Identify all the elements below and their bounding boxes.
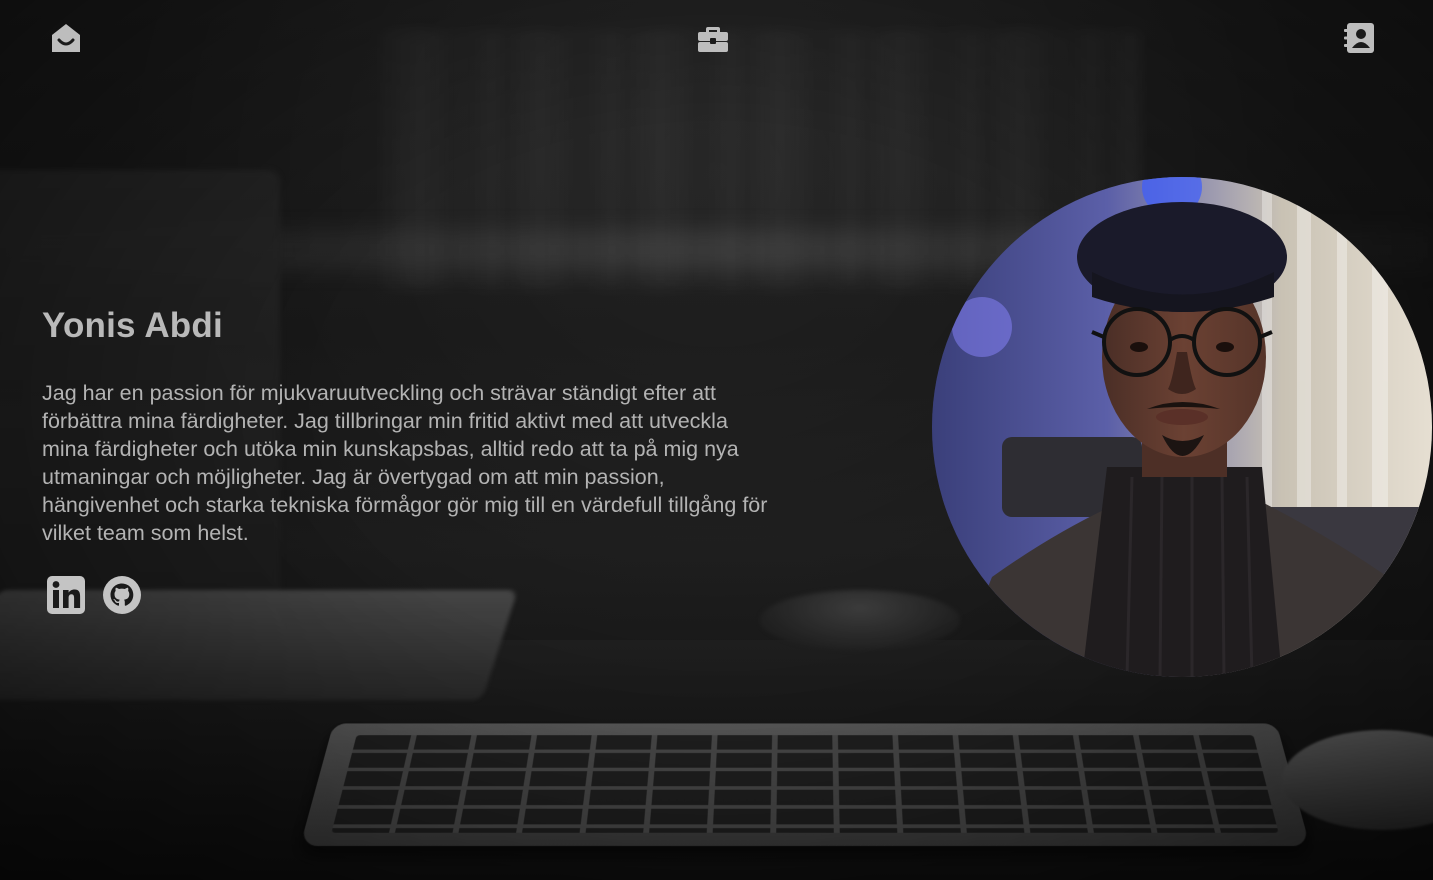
nav-work-button[interactable] xyxy=(695,20,731,56)
contact-card-icon xyxy=(1344,23,1374,53)
github-icon xyxy=(103,576,141,614)
profile-photo xyxy=(932,177,1432,677)
github-link[interactable] xyxy=(102,575,142,615)
portfolio-page: Yonis Abdi Jag har en passion för mjukva… xyxy=(0,0,1433,880)
nav-home-button[interactable] xyxy=(48,20,84,56)
profile-name: Yonis Abdi xyxy=(42,306,223,345)
linkedin-link[interactable] xyxy=(46,575,86,615)
profile-bio: Jag har en passion för mjukvaruutvecklin… xyxy=(42,381,768,545)
social-links xyxy=(46,575,142,615)
profile-photo-illustration xyxy=(932,177,1432,677)
home-smile-icon xyxy=(52,24,80,52)
briefcase-icon xyxy=(698,27,728,52)
nav-contact-button[interactable] xyxy=(1341,20,1377,56)
linkedin-icon xyxy=(47,576,85,614)
